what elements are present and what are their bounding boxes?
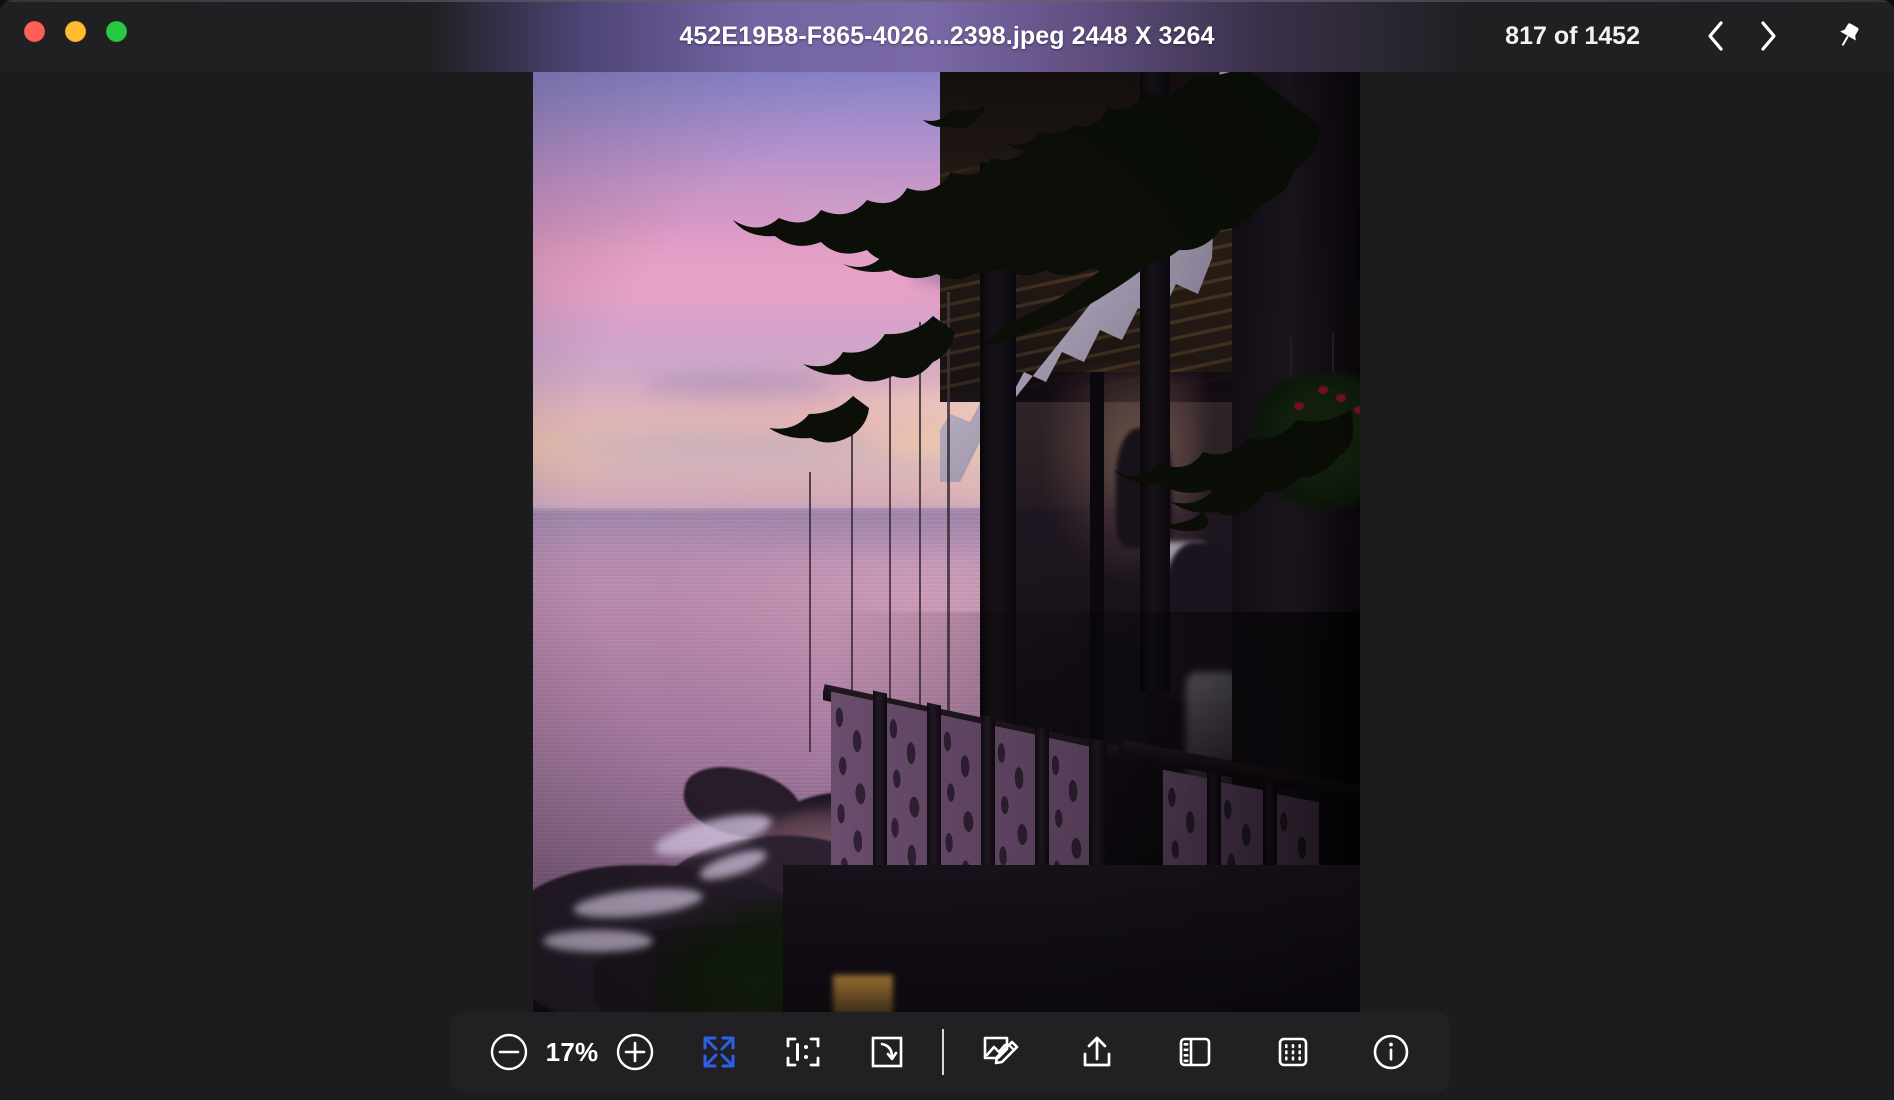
zoom-to-fit-button[interactable] [688,1023,750,1081]
markup-pencil-icon [983,1036,1019,1065]
flower [1354,406,1360,414]
image-toolbar: 17% [450,1012,1450,1092]
hanging-cord [809,472,811,752]
flower [1318,386,1328,394]
pushpin-icon [1840,23,1859,46]
wooden-post [1140,72,1170,692]
zoom-out-button[interactable] [478,1023,540,1081]
grid-icon [1278,1037,1308,1067]
pin-window-button[interactable] [1820,10,1876,62]
image-counter: 817 of 1452 [1505,21,1640,50]
zoom-level-label[interactable]: 17% [540,1037,604,1068]
cloud [563,432,893,458]
close-button[interactable] [24,21,45,42]
toolbar-separator [942,1029,944,1075]
titlebar-right-controls: 817 of 1452 [1505,0,1876,72]
zoom-in-button[interactable] [604,1023,666,1081]
actual-size-icon [786,1037,820,1067]
markup-button[interactable] [968,1023,1030,1081]
actual-size-button[interactable] [772,1023,834,1081]
info-button[interactable] [1360,1023,1422,1081]
image-viewer-window: 452E19B8-F865-4026...2398.jpeg 2448 X 32… [0,0,1894,1100]
expand-arrows-icon [703,1036,735,1068]
photo-sunset-terrace[interactable] [533,72,1360,1015]
rotate-icon [871,1036,903,1068]
next-image-button[interactable] [1742,10,1794,62]
titlebar-vibrancy-overlay [430,0,1520,72]
warm-light-patch [833,975,893,1015]
minimize-button[interactable] [65,21,86,42]
window-controls [24,21,127,42]
minus-circle-icon [490,1033,528,1071]
image-canvas[interactable] [0,72,1894,1100]
sidebar-toggle-button[interactable] [1164,1023,1226,1081]
contact-sheet-button[interactable] [1262,1023,1324,1081]
rotate-button[interactable] [856,1023,918,1081]
basket-wire [1290,338,1292,378]
previous-image-button[interactable] [1690,10,1742,62]
flower [1294,402,1304,410]
sidebar-toggle-icon [1179,1037,1211,1067]
flower [1336,394,1346,402]
cloud [643,372,833,396]
chevron-left-icon [1708,21,1723,51]
share-icon [1083,1036,1111,1067]
sea-foam [543,930,653,952]
basket-foliage [1250,372,1360,512]
share-button[interactable] [1066,1023,1128,1081]
info-circle-icon [1373,1034,1409,1070]
maximize-button[interactable] [106,21,127,42]
chevron-right-icon [1761,21,1776,51]
plus-circle-icon [616,1033,654,1071]
hanging-flower-basket [1250,332,1360,512]
